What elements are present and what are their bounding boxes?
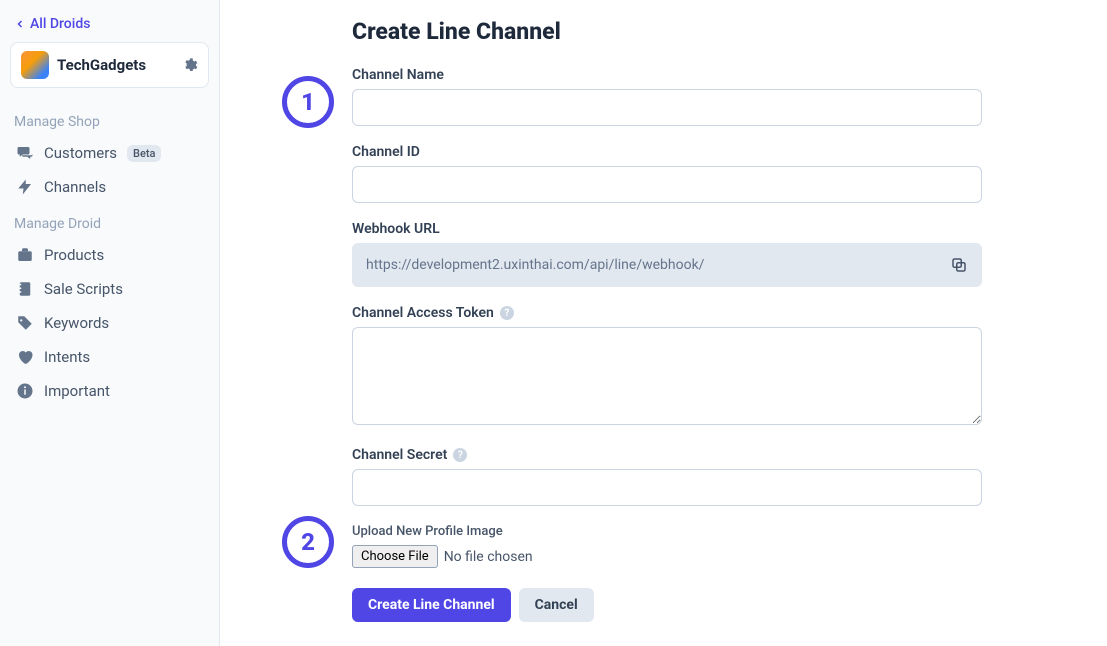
tag-icon [16,314,34,332]
shop-avatar [21,51,49,79]
heart-icon [16,348,34,366]
sidebar-item-label: Products [44,246,104,264]
shop-card[interactable]: TechGadgets [10,42,209,88]
file-status: No file chosen [444,549,533,565]
shop-name: TechGadgets [57,56,174,74]
bolt-icon [16,178,34,196]
label-channel-id: Channel ID [352,144,982,160]
sidebar-item-label: Important [44,382,110,400]
sidebar-item-products[interactable]: Products [10,238,209,272]
step-badge-1: 1 [282,76,334,128]
access-token-textarea[interactable] [352,327,982,425]
back-label: All Droids [30,16,90,32]
chat-icon [16,144,34,162]
back-all-droids-link[interactable]: All Droids [10,12,209,42]
label-access-token: Channel Access Token ? [352,305,982,321]
sidebar-item-label: Intents [44,348,90,366]
section-manage-droid: Manage Droid [10,210,209,238]
submit-button[interactable]: Create Line Channel [352,588,511,622]
sidebar: All Droids TechGadgets Manage Shop Custo… [0,0,220,646]
sidebar-item-important[interactable]: Important [10,374,209,408]
webhook-url-box: https://development2.uxinthai.com/api/li… [352,243,982,287]
sidebar-item-sale-scripts[interactable]: Sale Scripts [10,272,209,306]
beta-badge: Beta [127,145,161,162]
sidebar-item-keywords[interactable]: Keywords [10,306,209,340]
sidebar-item-label: Customers [44,144,117,162]
choose-file-button[interactable]: Choose File [352,545,438,568]
label-channel-name: Channel Name [352,67,982,83]
section-manage-shop: Manage Shop [10,108,209,136]
label-channel-secret: Channel Secret ? [352,447,982,463]
form-actions: Create Line Channel Cancel [352,588,1047,622]
field-access-token: Channel Access Token ? [352,305,982,429]
channel-id-input[interactable] [352,166,982,203]
label-webhook-url: Webhook URL [352,221,982,237]
label-upload: Upload New Profile Image [352,524,1047,539]
step-badge-2: 2 [282,516,334,568]
cancel-button[interactable]: Cancel [519,588,594,622]
field-channel-id: Channel ID [352,144,982,203]
page-title: Create Line Channel [352,18,1047,45]
help-icon[interactable]: ? [500,306,514,320]
sidebar-item-label: Sale Scripts [44,280,123,298]
sidebar-item-customers[interactable]: Customers Beta [10,136,209,170]
briefcase-icon [16,246,34,264]
channel-secret-input[interactable] [352,469,982,506]
info-icon [16,382,34,400]
notes-icon [16,280,34,298]
sidebar-item-label: Keywords [44,314,109,332]
channel-name-input[interactable] [352,89,982,126]
copy-icon[interactable] [950,256,968,274]
field-channel-name: Channel Name [352,67,982,126]
field-webhook-url: Webhook URL https://development2.uxintha… [352,221,982,287]
gear-icon[interactable] [182,57,198,73]
sidebar-item-label: Channels [44,178,106,196]
field-channel-secret: Channel Secret ? [352,447,982,506]
sidebar-item-intents[interactable]: Intents [10,340,209,374]
sidebar-item-channels[interactable]: Channels [10,170,209,204]
chevron-left-icon [14,18,26,30]
help-icon[interactable]: ? [453,448,467,462]
webhook-url-value: https://development2.uxinthai.com/api/li… [366,257,704,273]
field-upload: Upload New Profile Image Choose File No … [352,524,1047,568]
main-content: 1 2 Create Line Channel Channel Name Cha… [220,0,1107,646]
